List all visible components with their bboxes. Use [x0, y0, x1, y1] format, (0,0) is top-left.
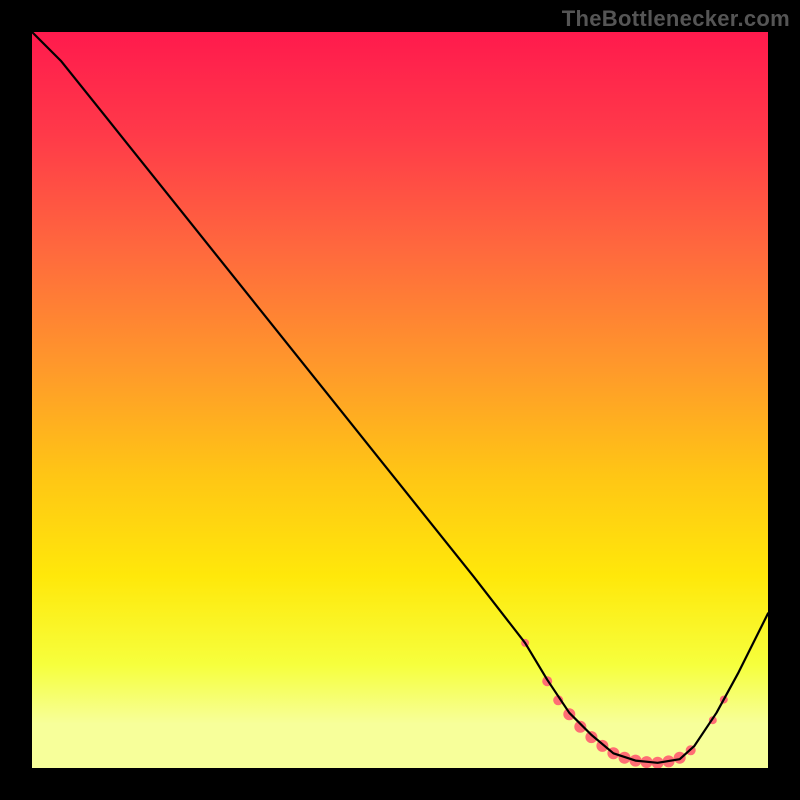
chart-svg [32, 32, 768, 768]
chart-frame: TheBottleneсker.com [0, 0, 800, 800]
gradient-background [32, 32, 768, 768]
highlight-marker [674, 752, 686, 764]
plot-area [32, 32, 768, 768]
watermark-text: TheBottleneсker.com [562, 6, 790, 32]
